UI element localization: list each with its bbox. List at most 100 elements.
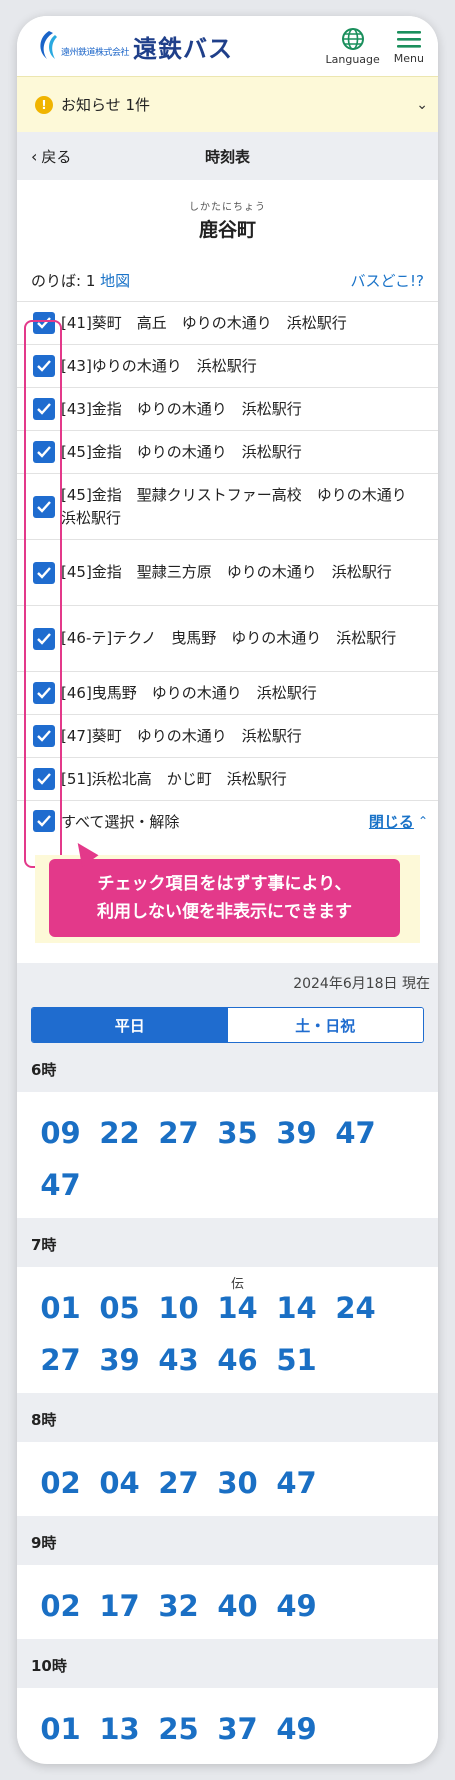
platform-row: のりば: 1 地図 バスどこ!? [17, 250, 438, 301]
departure-minute[interactable]: 51 [267, 1331, 326, 1383]
departure-minute[interactable]: 24 [326, 1279, 385, 1331]
departure-minute[interactable]: 09 [31, 1104, 90, 1156]
route-row[interactable]: [45]金指 聖隷クリストファー高校 ゆりの木通り 浜松駅行 [17, 474, 438, 540]
departure-minute[interactable]: 27 [149, 1104, 208, 1156]
departure-minute[interactable]: 27 [31, 1331, 90, 1383]
route-checkbox[interactable] [33, 312, 55, 334]
departure-minute[interactable]: 47 [267, 1454, 326, 1506]
back-button[interactable]: ‹ 戻る [31, 146, 71, 167]
route-checkbox[interactable] [33, 441, 55, 463]
sub-navigation: ‹ 戻る 時刻表 [17, 132, 438, 180]
hour-label: 6時 [31, 1061, 57, 1079]
bus-location-link[interactable]: バスどこ!? [350, 270, 424, 291]
minute-value: 43 [158, 1343, 199, 1377]
hour-label: 10時 [31, 1657, 67, 1675]
stop-name-kana: しかたにちょう [189, 202, 266, 213]
departure-minute[interactable]: 伝 14 [208, 1277, 267, 1331]
route-label: [45]金指 聖隷クリストファー高校 ゆりの木通り 浜松駅行 [61, 485, 422, 527]
route-checkbox[interactable] [33, 768, 55, 790]
minute-value: 39 [99, 1343, 140, 1377]
departure-minute[interactable]: 49 [267, 1577, 326, 1629]
departure-minute[interactable]: 10 [149, 1279, 208, 1331]
departure-minute[interactable]: 02 [31, 1577, 90, 1629]
route-row[interactable]: [47]葵町 ゆりの木通り 浜松駅行 [17, 715, 438, 758]
route-row[interactable]: [45]金指 聖隷三方原 ゆりの木通り 浜松駅行 [17, 540, 438, 606]
route-checkbox[interactable] [33, 682, 55, 704]
logo[interactable]: 遠州鉄道株式会社 遠鉄バス [35, 29, 312, 64]
route-label: [46]曳馬野 ゆりの木通り 浜松駅行 [61, 683, 317, 702]
notice-bar[interactable]: ! お知らせ 1件 ⌄ [17, 76, 438, 132]
notice-text: お知らせ 1件 [61, 96, 151, 114]
tip-area: チェック項目をはずす事により、 利用しない便を非表示にできます [35, 837, 420, 943]
route-checkbox[interactable] [33, 725, 55, 747]
platform-label: のりば: 1 [31, 272, 96, 290]
route-row[interactable]: [46]曳馬野 ゆりの木通り 浜松駅行 [17, 672, 438, 715]
minute-value: 32 [158, 1589, 199, 1623]
departure-minute[interactable]: 43 [149, 1331, 208, 1383]
minute-value: 46 [217, 1343, 258, 1377]
route-row[interactable]: [45]金指 ゆりの木通り 浜松駅行 [17, 431, 438, 474]
route-checkbox[interactable] [33, 355, 55, 377]
minute-value: 25 [158, 1712, 199, 1746]
departure-minute[interactable]: 22 [90, 1104, 149, 1156]
route-checkbox[interactable] [33, 561, 55, 584]
minute-value: 39 [276, 1116, 317, 1150]
minute-value: 27 [158, 1116, 199, 1150]
departure-minute[interactable]: 27 [149, 1454, 208, 1506]
stop-header: しかたにちょう 鹿谷町 [17, 180, 438, 250]
tip-line-1: チェック項目をはずす事により、 [97, 874, 352, 894]
departure-minute[interactable]: 40 [208, 1577, 267, 1629]
departure-minute[interactable]: 39 [90, 1331, 149, 1383]
map-link[interactable]: 地図 [100, 272, 130, 290]
departure-minute[interactable]: 01 [31, 1700, 90, 1752]
tip-arrow [69, 837, 99, 867]
tab-weekday[interactable]: 平日 [32, 1008, 228, 1042]
route-checkbox[interactable] [33, 495, 55, 518]
checkmark-icon [37, 632, 51, 645]
minute-value: 47 [276, 1466, 317, 1500]
departure-minute[interactable]: 47 [326, 1104, 385, 1156]
tab-weekend-holiday[interactable]: 土・日祝 [227, 1008, 423, 1042]
route-label: [47]葵町 ゆりの木通り 浜松駅行 [61, 726, 302, 745]
departure-minute[interactable]: 30 [208, 1454, 267, 1506]
minute-value: 22 [99, 1116, 140, 1150]
minute-value: 24 [335, 1291, 376, 1325]
departure-minute[interactable]: 35 [208, 1104, 267, 1156]
language-button[interactable]: Language [326, 27, 380, 66]
departure-minute[interactable]: 14 [267, 1279, 326, 1331]
route-row[interactable]: [41]葵町 高丘 ゆりの木通り 浜松駅行 [17, 302, 438, 345]
route-checkbox[interactable] [33, 398, 55, 420]
departure-minute[interactable]: 37 [208, 1700, 267, 1752]
hour-label: 9時 [31, 1534, 57, 1552]
minute-value: 05 [99, 1291, 140, 1325]
departure-minute[interactable]: 01 [31, 1279, 90, 1331]
chevron-left-icon: ‹ [31, 146, 38, 166]
route-row[interactable]: [43]金指 ゆりの木通り 浜松駅行 [17, 388, 438, 431]
departure-minute[interactable]: 46 [208, 1331, 267, 1383]
checkmark-icon [37, 446, 51, 458]
departure-minute[interactable]: 49 [267, 1700, 326, 1752]
departure-minute[interactable]: 02 [31, 1454, 90, 1506]
select-all-checkbox[interactable] [33, 810, 55, 832]
close-link[interactable]: 閉じる [369, 811, 414, 832]
app-header: 遠州鉄道株式会社 遠鉄バス Language Menu [17, 16, 438, 76]
departure-minute[interactable]: 25 [149, 1700, 208, 1752]
route-row[interactable]: [51]浜松北高 かじ町 浜松駅行 [17, 758, 438, 801]
departure-minute[interactable]: 47 [31, 1156, 90, 1208]
phone-screen: 遠州鉄道株式会社 遠鉄バス Language Menu ! お知らせ 1件 ⌄ … [17, 16, 438, 1764]
departure-minute[interactable]: 32 [149, 1577, 208, 1629]
checkmark-icon [37, 317, 51, 329]
route-checkbox[interactable] [33, 627, 55, 650]
departure-minute[interactable]: 17 [90, 1577, 149, 1629]
tip-line-2: 利用しない便を非表示にできます [97, 902, 352, 922]
route-row[interactable]: [46-テ]テクノ 曳馬野 ゆりの木通り 浜松駅行 [17, 606, 438, 672]
departure-minute[interactable]: 04 [90, 1454, 149, 1506]
route-row[interactable]: [43]ゆりの木通り 浜松駅行 [17, 345, 438, 388]
departure-minute[interactable]: 13 [90, 1700, 149, 1752]
minute-value: 17 [99, 1589, 140, 1623]
departure-minute[interactable]: 39 [267, 1104, 326, 1156]
departure-minute[interactable]: 05 [90, 1279, 149, 1331]
checkmark-icon [37, 360, 51, 372]
menu-button[interactable]: Menu [394, 28, 424, 65]
page-title: 時刻表 [204, 147, 250, 166]
